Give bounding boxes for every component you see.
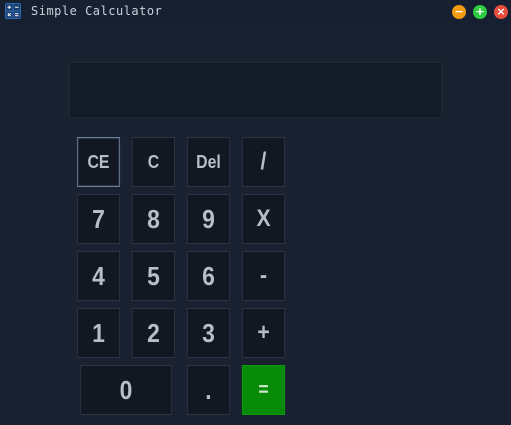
plus-icon: + bbox=[475, 5, 485, 18]
digit-0-label: 0 bbox=[119, 374, 133, 405]
subtract-button[interactable]: - bbox=[241, 251, 286, 301]
digit-2-label: 2 bbox=[147, 317, 160, 348]
digit-1-button[interactable]: 1 bbox=[76, 308, 121, 358]
digit-8-label: 8 bbox=[147, 203, 160, 234]
clear-button[interactable]: C bbox=[131, 137, 176, 187]
minimize-button[interactable]: − bbox=[452, 5, 466, 19]
window-title: Simple Calculator bbox=[31, 4, 163, 18]
digit-5-button[interactable]: 5 bbox=[131, 251, 176, 301]
digit-5-label: 5 bbox=[147, 260, 160, 291]
add-label: + bbox=[257, 319, 270, 346]
decimal-point-label: . bbox=[205, 374, 212, 405]
maximize-button[interactable]: + bbox=[473, 5, 487, 19]
calculator-icon bbox=[5, 3, 21, 19]
digit-7-button[interactable]: 7 bbox=[76, 194, 121, 244]
digit-0-button[interactable]: 0 bbox=[80, 365, 172, 415]
delete-button[interactable]: Del bbox=[186, 137, 231, 187]
add-button[interactable]: + bbox=[241, 308, 286, 358]
decimal-point-button[interactable]: . bbox=[186, 365, 231, 415]
minus-icon: − bbox=[454, 5, 464, 18]
subtract-label: - bbox=[259, 262, 268, 289]
divide-label: / bbox=[260, 148, 267, 175]
equals-label: = bbox=[258, 378, 269, 401]
clear-entry-button[interactable]: CE bbox=[76, 137, 121, 187]
clear-label: C bbox=[147, 151, 160, 172]
digit-3-label: 3 bbox=[202, 317, 215, 348]
digit-4-button[interactable]: 4 bbox=[76, 251, 121, 301]
digit-6-button[interactable]: 6 bbox=[186, 251, 231, 301]
delete-label: Del bbox=[196, 151, 221, 172]
digit-9-button[interactable]: 9 bbox=[186, 194, 231, 244]
digit-3-button[interactable]: 3 bbox=[186, 308, 231, 358]
title-bar[interactable]: Simple Calculator − + × bbox=[0, 0, 511, 24]
digit-6-label: 6 bbox=[202, 260, 215, 291]
divide-button[interactable]: / bbox=[241, 137, 286, 187]
calculator-display bbox=[69, 62, 442, 118]
digit-4-label: 4 bbox=[92, 260, 105, 291]
multiply-button[interactable]: X bbox=[241, 194, 286, 244]
close-button[interactable]: × bbox=[494, 5, 508, 19]
x-icon: × bbox=[496, 5, 506, 18]
digit-2-button[interactable]: 2 bbox=[131, 308, 176, 358]
calculator-window: Simple Calculator − + × CE C Del / 7 8 9… bbox=[0, 0, 511, 425]
digit-7-label: 7 bbox=[92, 203, 105, 234]
digit-8-button[interactable]: 8 bbox=[131, 194, 176, 244]
digit-9-label: 9 bbox=[202, 203, 215, 234]
equals-button[interactable]: = bbox=[241, 365, 286, 415]
digit-1-label: 1 bbox=[92, 317, 105, 348]
clear-entry-label: CE bbox=[87, 151, 110, 172]
multiply-label: X bbox=[256, 205, 271, 232]
